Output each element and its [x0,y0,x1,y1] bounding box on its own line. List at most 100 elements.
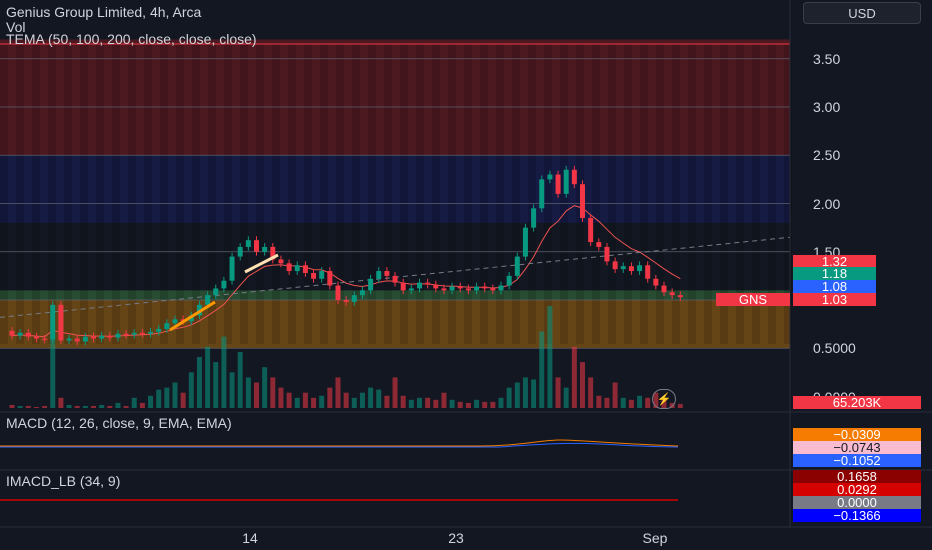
grid-stripe [304,44,312,344]
date-axis-label: 14 [242,530,258,546]
volume-bar [229,372,235,408]
candle [205,295,211,305]
candle [245,240,251,247]
candle [42,338,48,341]
grid-stripe [32,44,40,344]
grid-stripe [560,44,568,344]
volume-bar [498,397,504,408]
candle [50,304,56,340]
candle [417,282,422,289]
volume-bar [384,395,390,408]
price-tag: 1.03 [793,292,876,307]
candle [74,338,80,342]
candle [319,271,325,279]
volume-bar [457,401,463,408]
candle [457,286,463,289]
candle [237,246,243,257]
volume-bar [319,395,325,408]
date-axis-label: 23 [448,530,464,546]
candle [604,246,610,262]
volume-bar [58,397,64,408]
volume-bar [25,405,31,408]
volume-bar [180,392,186,408]
candle [99,335,105,339]
date-axis-label: Sep [642,530,668,546]
volume-bar [604,397,610,408]
volume-bar [571,346,577,408]
volume-bar [286,392,292,408]
candle [58,304,64,341]
grid-stripe [128,44,136,344]
candle [351,295,357,302]
volume-bar [620,397,626,408]
candle [474,286,480,291]
volume-bar [254,382,259,408]
currency-selector[interactable]: USD [803,2,921,24]
grid-stripe [48,44,56,344]
tema-legend[interactable]: TEMA (50, 100, 200, close, close, close) [6,31,257,47]
grid-stripe [112,44,120,344]
grid-stripe [448,44,456,344]
volume-bar [74,405,80,408]
volume-bar [417,397,422,408]
volume-bar [555,377,561,408]
grid-stripe [96,44,104,344]
macd-value-tag: −0.1052 [793,453,921,468]
candle [123,333,129,336]
volume-bar [596,395,602,408]
grid-stripe [544,44,552,344]
volume-bar [400,395,406,408]
candle [286,263,292,272]
volume-tag: 65.203K [793,395,921,410]
candle [506,275,512,286]
volume-bar [148,395,154,408]
volume-bar [17,405,23,408]
volume-bar [474,399,480,408]
candle [653,278,659,286]
grid-stripe [64,44,72,344]
volume-bar [294,397,300,408]
candle [588,217,594,243]
volume-bar [311,397,317,408]
volume-bar [66,404,72,408]
volume-bar [433,399,439,408]
volume-bar [237,351,243,408]
candle [408,288,414,291]
candle [376,271,382,279]
volume-bar [539,331,545,408]
candle [628,266,634,272]
volume-bar [131,397,137,408]
volume-bar [270,377,276,408]
volume-bar [278,387,284,408]
candle [164,323,170,329]
volume-bar [213,362,219,408]
candle [343,300,349,302]
bolt-icon[interactable]: ⚡ [652,389,676,409]
volume-bar [612,382,618,408]
volume-bar [156,389,162,408]
volume-bar [425,397,431,408]
candle [254,240,259,252]
volume-bar [42,405,48,408]
grid-stripe [400,44,408,344]
imacd-legend[interactable]: IMACD_LB (34, 9) [6,473,120,489]
grid-stripe [432,44,440,344]
volume-bar [449,399,455,408]
grid-stripe [640,44,648,344]
volume-bar [506,387,512,408]
candle [498,285,504,291]
volume-bar [522,377,528,408]
volume-bar [99,404,105,408]
imacd-value-tag: −0.1366 [793,508,921,523]
volume-bar [628,399,634,408]
candle [327,271,333,286]
candle [25,332,31,337]
candle [302,265,308,273]
candle [213,288,219,296]
candle [229,256,235,281]
candle [425,282,431,285]
symbol-title[interactable]: Genius Group Limited, 4h, Arca [6,4,201,20]
macd-legend[interactable]: MACD (12, 26, close, 9, EMA, EMA) [6,415,232,431]
candle [620,266,626,270]
candle [156,328,162,332]
